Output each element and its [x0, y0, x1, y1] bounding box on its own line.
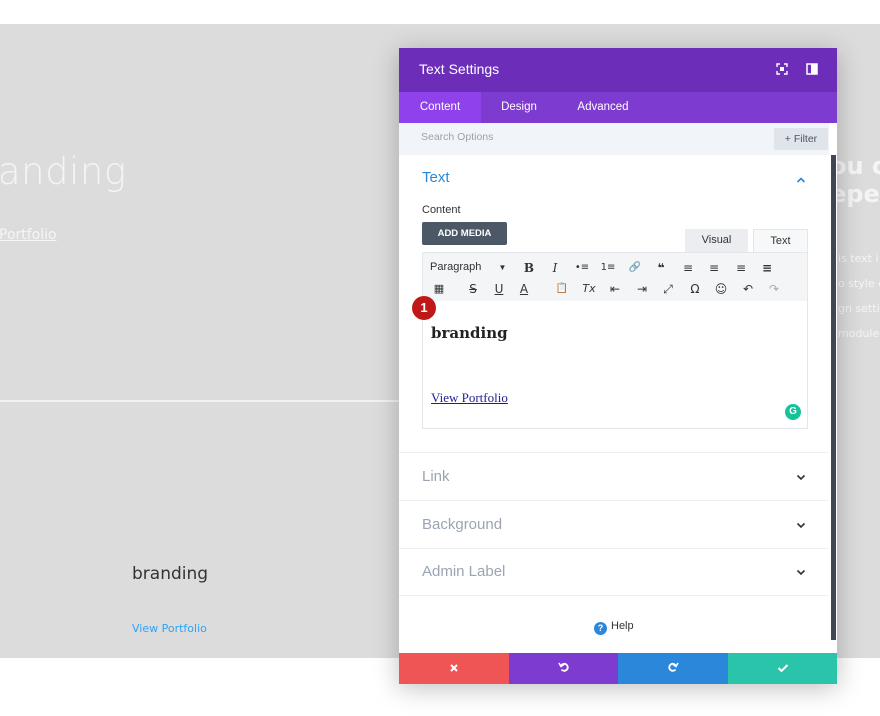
redo-arrow-icon [668, 662, 679, 672]
filter-button[interactable]: + Filter [774, 128, 828, 150]
divider [399, 595, 829, 596]
align-justify-icon[interactable]: ≡ [759, 261, 775, 275]
divider [399, 452, 829, 453]
close-icon [450, 664, 458, 672]
bg-right-line: module [838, 327, 880, 340]
undo-button[interactable] [509, 653, 618, 684]
modal-header: Text Settings [399, 48, 837, 92]
bg-right-line: gn setti [838, 302, 880, 315]
align-left-icon[interactable]: ≡ [680, 261, 696, 275]
text-settings-modal: Text Settings Content Design Advanced + … [399, 48, 837, 684]
bg-right-text: is text i o style e gn setti module [838, 246, 880, 346]
blockquote-icon[interactable]: ❝ [653, 261, 669, 275]
scrollbar[interactable] [831, 155, 836, 640]
modal-tabs: Content Design Advanced [399, 92, 837, 123]
undo-arrow-icon [557, 662, 569, 672]
strikethrough-icon[interactable]: S [465, 282, 481, 296]
section-title-text[interactable]: Text [422, 169, 450, 186]
caret-down-icon: ▼ [498, 263, 507, 272]
editor-link[interactable]: View Portfolio [431, 390, 508, 406]
bg-right-heading-line-2: epe [830, 180, 880, 208]
section-title-admin-label[interactable]: Admin Label [422, 563, 505, 580]
underline-icon[interactable]: U [491, 282, 507, 296]
chevron-down-icon[interactable] [796, 520, 806, 530]
bg-heading: anding [0, 150, 127, 193]
step-badge: 1 [412, 296, 436, 320]
page: anding Portfolio ou c epe is text i o st… [0, 0, 880, 716]
help-label: Help [611, 620, 634, 632]
modal-title: Text Settings [419, 61, 500, 77]
chevron-down-icon[interactable] [796, 567, 806, 577]
cancel-button[interactable] [399, 653, 509, 684]
paste-icon[interactable]: 📋 [554, 282, 570, 296]
save-button[interactable] [728, 653, 837, 684]
search-input[interactable] [421, 131, 721, 143]
redo-icon[interactable]: ↷ [766, 282, 782, 296]
divider [399, 500, 829, 501]
clear-format-icon[interactable]: Tx [581, 282, 597, 296]
tab-advanced[interactable]: Advanced [557, 92, 649, 123]
section-title-link[interactable]: Link [422, 468, 450, 485]
bg-right-heading-line-1: ou c [830, 152, 880, 180]
bg-right-line: o style e [838, 277, 880, 290]
paragraph-select[interactable]: Paragraph ▼ [430, 261, 506, 273]
editor-tab-text[interactable]: Text [753, 229, 808, 252]
editor-toolbar: Paragraph ▼ B I •≡ 1≡ 🔗 ❝ ≡ ≡ ≡ ≡ ▦ S U … [423, 253, 807, 301]
bg-right-heading: ou c epe [830, 152, 880, 208]
rich-text-editor: Paragraph ▼ B I •≡ 1≡ 🔗 ❝ ≡ ≡ ≡ ≡ ▦ S U … [422, 252, 808, 429]
chevron-down-icon[interactable] [796, 472, 806, 482]
tab-design[interactable]: Design [481, 92, 557, 123]
section-title-background[interactable]: Background [422, 516, 502, 533]
bg-card-title: branding [132, 564, 209, 584]
add-media-button[interactable]: ADD MEDIA [422, 222, 507, 245]
grammarly-icon[interactable]: G [785, 404, 801, 420]
indent-icon[interactable]: ⇥ [634, 282, 650, 296]
chevron-up-icon[interactable] [796, 175, 806, 185]
align-right-icon[interactable]: ≡ [733, 261, 749, 275]
table-icon[interactable]: ▦ [431, 282, 447, 296]
bg-divider [0, 400, 400, 402]
paragraph-select-value: Paragraph [430, 261, 482, 273]
text-color-icon[interactable]: A [516, 282, 532, 296]
checkmark-icon [777, 664, 788, 673]
bullet-list-icon[interactable]: •≡ [574, 261, 590, 275]
editor-body[interactable]: branding View Portfolio G [423, 301, 807, 428]
bg-right-line: is text i [838, 252, 879, 265]
undo-icon[interactable]: ↶ [740, 282, 756, 296]
redo-button[interactable] [618, 653, 728, 684]
bold-icon[interactable]: B [521, 261, 537, 275]
search-bar: + Filter [399, 123, 829, 155]
link-icon[interactable]: 🔗 [627, 261, 643, 275]
tab-content[interactable]: Content [399, 92, 481, 123]
split-view-icon[interactable] [805, 62, 819, 76]
align-center-icon[interactable]: ≡ [706, 261, 722, 275]
numbered-list-icon[interactable]: 1≡ [600, 261, 616, 275]
emoji-icon[interactable]: ☺ [713, 282, 729, 296]
special-char-icon[interactable]: Ω [687, 282, 703, 296]
fullscreen-icon[interactable] [775, 62, 789, 76]
modal-footer [399, 653, 837, 684]
divider [399, 548, 829, 549]
content-label: Content [422, 204, 461, 216]
italic-icon[interactable]: I [547, 261, 563, 275]
fullscreen-editor-icon[interactable]: ⤢ [660, 282, 676, 296]
bg-card-link[interactable]: View Portfolio [132, 622, 207, 635]
editor-heading: branding [431, 324, 508, 342]
help-link[interactable]: ? Help [594, 620, 634, 635]
editor-tab-visual[interactable]: Visual [685, 229, 748, 252]
help-icon: ? [594, 622, 607, 635]
outdent-icon[interactable]: ⇤ [607, 282, 623, 296]
bg-portfolio-link[interactable]: Portfolio [0, 227, 57, 243]
